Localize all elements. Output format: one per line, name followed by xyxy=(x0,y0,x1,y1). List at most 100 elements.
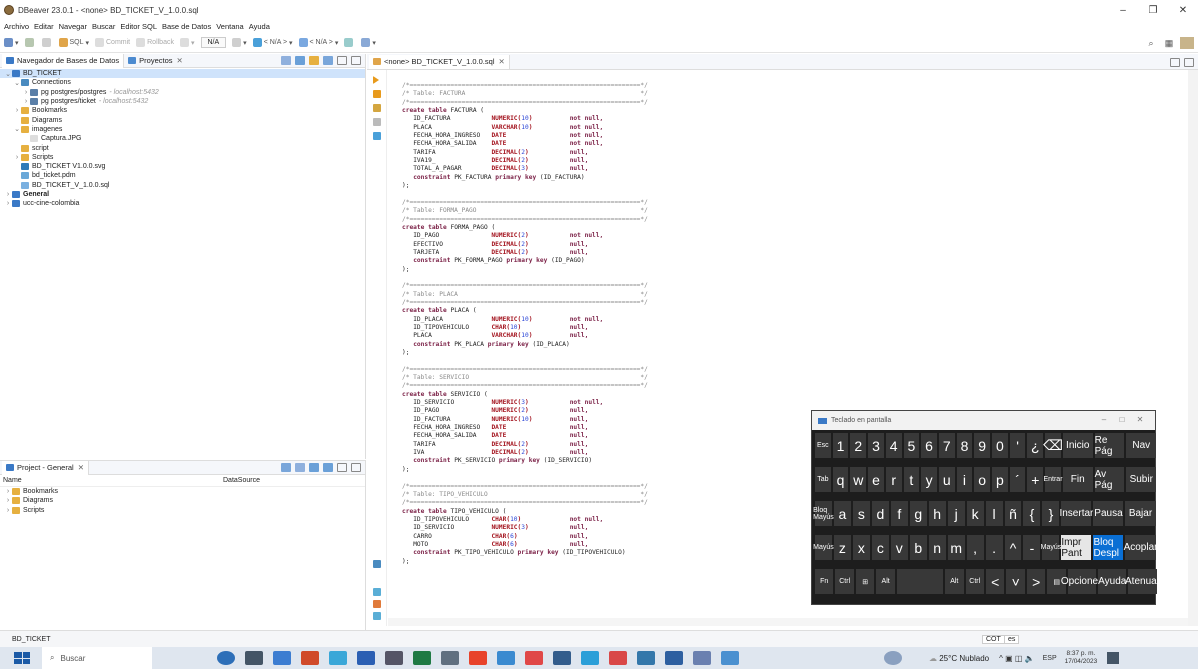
menu-item-ayuda[interactable]: Ayuda xyxy=(249,22,270,31)
connect-button[interactable] xyxy=(24,38,36,47)
key-space[interactable] xyxy=(896,569,944,594)
key--[interactable]: - xyxy=(1023,535,1041,560)
rollback-button[interactable]: Rollback xyxy=(136,38,174,47)
key-w[interactable]: w xyxy=(850,467,867,492)
tab-project-general[interactable]: Project - General ✕ xyxy=(2,460,89,475)
show-results-icon[interactable] xyxy=(373,588,381,596)
key-8[interactable]: 8 xyxy=(956,433,973,458)
key-l[interactable]: l xyxy=(985,501,1003,526)
key-u[interactable]: u xyxy=(938,467,955,492)
key-¿[interactable]: ¿ xyxy=(1027,433,1044,458)
cortana-icon[interactable] xyxy=(217,651,235,665)
key-5[interactable]: 5 xyxy=(903,433,920,458)
key-i[interactable]: i xyxy=(956,467,973,492)
key-7[interactable]: 7 xyxy=(938,433,955,458)
key-f[interactable]: f xyxy=(890,501,908,526)
tree-item[interactable]: › pg postgres/ticket - localhost:5432 xyxy=(0,97,365,106)
maximize-pane-icon[interactable] xyxy=(1184,58,1194,67)
key-fn[interactable]: Fn xyxy=(815,569,834,594)
app-icon[interactable] xyxy=(469,651,487,665)
key-{[interactable]: { xyxy=(1023,501,1041,526)
tree-item[interactable]: › pg postgres/postgres - localhost:5432 xyxy=(0,88,365,97)
load-plan-icon[interactable] xyxy=(373,118,381,126)
key-.[interactable]: . xyxy=(985,535,1003,560)
show-output-icon[interactable] xyxy=(373,600,381,608)
key-s[interactable]: s xyxy=(852,501,870,526)
key-1[interactable]: 1 xyxy=(832,433,849,458)
schema-select[interactable]: < N/A > ▾ xyxy=(298,38,338,47)
sql-code[interactable]: /*======================================… xyxy=(402,82,648,566)
maximize-button[interactable]: ❐ xyxy=(1138,0,1168,20)
expand-arrow-icon[interactable]: ⌄ xyxy=(13,79,21,87)
transaction-select[interactable]: N/A xyxy=(200,37,227,48)
menu-item-archivo[interactable]: Archivo xyxy=(4,22,29,31)
key-insertar[interactable]: Insertar xyxy=(1059,501,1093,526)
clock[interactable]: 8:37 p. m. 17/04/2023 xyxy=(1065,650,1098,666)
expand-arrow-icon[interactable]: › xyxy=(22,98,30,105)
task-view-icon[interactable] xyxy=(245,651,263,665)
key->[interactable]: > xyxy=(1026,569,1046,594)
key-0[interactable]: 0 xyxy=(992,433,1008,458)
key-esc[interactable]: Esc xyxy=(815,433,831,458)
key-z[interactable]: z xyxy=(833,535,851,560)
status-timezone[interactable]: COT xyxy=(982,634,1005,644)
expand-arrow-icon[interactable]: › xyxy=(4,200,12,207)
key-^[interactable]: ^ xyxy=(1004,535,1022,560)
key-bajar[interactable]: Bajar xyxy=(1125,501,1156,526)
windows-start-icon[interactable] xyxy=(14,652,30,664)
key-y[interactable]: y xyxy=(921,467,937,492)
key-ayuda[interactable]: Ayuda xyxy=(1098,569,1127,594)
tree-item[interactable]: › ucc-cine-colombia xyxy=(0,199,365,208)
show-log-icon[interactable] xyxy=(373,612,381,620)
commit-button[interactable]: Commit xyxy=(95,38,130,47)
tools-button[interactable] xyxy=(344,38,355,47)
key-<[interactable]: < xyxy=(985,569,1005,594)
key-mayús[interactable]: Mayús xyxy=(813,535,834,560)
key-9[interactable]: 9 xyxy=(974,433,991,458)
tab-database-navigator[interactable]: Navegador de Bases de Datos xyxy=(2,53,125,68)
config-icon[interactable] xyxy=(323,56,333,65)
key-p[interactable]: p xyxy=(992,467,1008,492)
expand-arrow-icon[interactable]: › xyxy=(4,191,12,198)
execute-script-icon[interactable] xyxy=(373,90,381,98)
key-alt[interactable]: Alt xyxy=(876,569,895,594)
menu-item-ventana[interactable]: Ventana xyxy=(216,22,244,31)
key-6[interactable]: 6 xyxy=(921,433,937,458)
key-+[interactable]: + xyxy=(1027,467,1044,492)
key-bloq-despl[interactable]: Bloq Despl xyxy=(1093,535,1124,560)
expand-arrow-icon[interactable]: › xyxy=(22,89,30,96)
key-o[interactable]: o xyxy=(974,467,991,492)
key-impr-pant[interactable]: Impr Pant xyxy=(1061,535,1092,560)
expand-arrow-icon[interactable]: › xyxy=(4,497,12,504)
search-icon[interactable]: ⌕ xyxy=(1144,37,1158,49)
key-b[interactable]: b xyxy=(909,535,927,560)
app-icon[interactable] xyxy=(497,651,515,665)
key-'[interactable]: ' xyxy=(1009,433,1026,458)
key-t[interactable]: t xyxy=(903,467,920,492)
osk-close-button[interactable]: ✕ xyxy=(1131,415,1149,424)
close-icon[interactable]: ✕ xyxy=(498,57,504,66)
explain-plan-icon[interactable] xyxy=(373,104,381,112)
key-pausa[interactable]: Pausa xyxy=(1093,501,1124,526)
search-toolbar-button[interactable]: ▾ xyxy=(361,38,376,47)
file-explorer-icon[interactable] xyxy=(273,651,291,665)
disconnect-button[interactable] xyxy=(41,38,53,47)
key-q[interactable]: q xyxy=(832,467,849,492)
key-2[interactable]: 2 xyxy=(850,433,867,458)
tree-item[interactable]: bd_ticket.pdm xyxy=(0,171,365,180)
project-item[interactable]: › Scripts xyxy=(0,506,365,515)
key-˅[interactable]: ˅ xyxy=(1006,569,1025,594)
app-icon[interactable] xyxy=(525,651,543,665)
filter-icon[interactable] xyxy=(309,56,319,65)
minimize-pane-icon[interactable] xyxy=(1170,58,1180,67)
maximize-pane-icon[interactable] xyxy=(351,56,361,65)
key-av-pág[interactable]: Av Pág xyxy=(1094,467,1125,492)
tree-item[interactable]: ⌄ imagenes xyxy=(0,125,365,134)
key-x[interactable]: x xyxy=(852,535,870,560)
app-icon[interactable] xyxy=(637,651,655,665)
collapse-icon[interactable] xyxy=(295,463,305,472)
status-language[interactable]: es xyxy=(1004,634,1020,644)
tree-item[interactable]: script xyxy=(0,143,365,152)
close-icon[interactable]: ✕ xyxy=(177,56,183,65)
key-´[interactable]: ´ xyxy=(1009,467,1026,492)
